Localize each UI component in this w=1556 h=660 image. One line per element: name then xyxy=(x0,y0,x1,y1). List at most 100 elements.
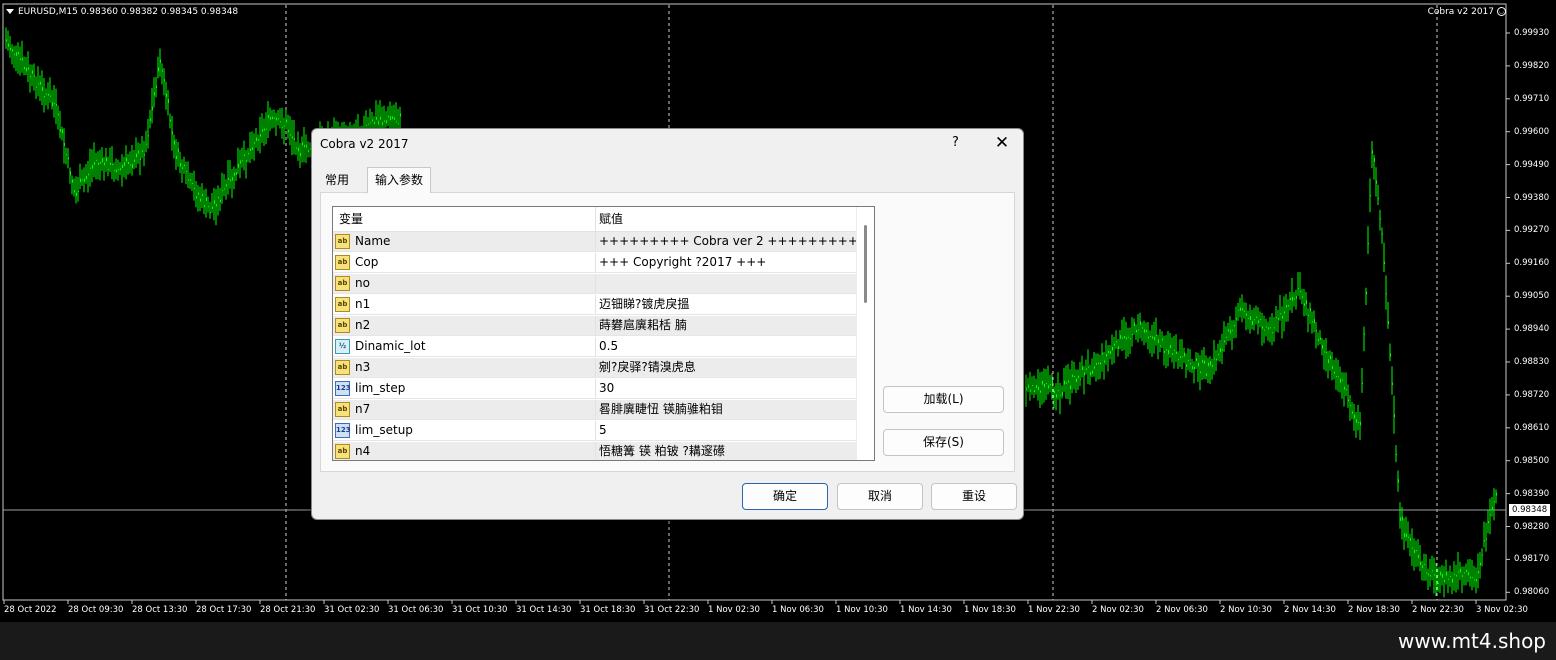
price-axis-label: 0.99160 xyxy=(1514,258,1550,269)
parameter-row[interactable]: ab Name +++++++++ Cobra ver 2 +++++++++ xyxy=(333,232,858,252)
candle-body xyxy=(5,39,7,42)
cancel-button[interactable]: 取消 xyxy=(837,483,923,510)
column-header-variable[interactable]: 变量 xyxy=(339,207,363,231)
candle-body xyxy=(95,159,97,161)
candle-body xyxy=(1133,322,1135,327)
candle-body xyxy=(1233,324,1235,327)
candle-body xyxy=(1447,578,1449,580)
time-axis-label: 2 Nov 10:30 xyxy=(1220,605,1272,615)
price-axis-label: 0.98280 xyxy=(1514,521,1550,532)
parameter-row[interactable]: ab n3 剜?戾驿?锖溴虎息 xyxy=(333,358,856,378)
parameter-value[interactable]: 5 xyxy=(599,421,607,440)
candle-body xyxy=(13,54,15,56)
candle-body xyxy=(1261,326,1263,329)
candle-body xyxy=(1463,572,1465,574)
candle-body xyxy=(89,167,91,169)
parameter-value[interactable]: +++++++++ Cobra ver 2 +++++++++ xyxy=(599,232,858,251)
parameter-row[interactable]: ab n1 迈钿睇?镀虎戾搵 xyxy=(333,295,856,315)
candle-body xyxy=(295,147,297,149)
parameter-name: n3 xyxy=(355,360,371,374)
candle-body xyxy=(1065,382,1067,384)
candle-body xyxy=(291,136,293,139)
candle-body xyxy=(1119,335,1121,339)
candle-body xyxy=(221,189,223,191)
parameter-row[interactable]: 123 lim_step 30 xyxy=(333,379,856,399)
column-divider[interactable] xyxy=(595,207,596,231)
candle-body xyxy=(1483,540,1485,542)
candle-body xyxy=(1049,384,1051,386)
candle-body xyxy=(207,206,209,208)
parameter-value[interactable]: 蒔礬扈廙耜栝 腩 xyxy=(599,316,687,335)
candle-body xyxy=(1491,506,1493,510)
save-button[interactable]: 保存(S) xyxy=(883,429,1004,456)
column-header-value[interactable]: 赋值 xyxy=(599,207,623,231)
time-axis-label: 1 Nov 06:30 xyxy=(772,605,824,615)
parameter-value[interactable]: 晷腓廙睫忸 锳腩骓粕钼 xyxy=(599,400,723,419)
candle-body xyxy=(175,155,177,160)
candle-body xyxy=(1341,379,1343,381)
string-type-icon: ab xyxy=(335,234,350,249)
parameter-name: n2 xyxy=(355,318,371,332)
reset-button[interactable]: 重设 xyxy=(931,483,1017,510)
parameter-value[interactable]: 0.5 xyxy=(599,337,618,356)
candle-body xyxy=(1147,336,1149,339)
grid-scrollbar[interactable] xyxy=(856,207,874,460)
candle-body xyxy=(69,171,71,176)
candle-body xyxy=(115,169,117,173)
time-axis-label: 2 Nov 14:30 xyxy=(1284,605,1336,615)
candle-body xyxy=(1161,338,1163,341)
parameter-value[interactable]: 悟糖篝 锳 粕铍 ?耩邃礤 xyxy=(599,442,725,460)
candle-body xyxy=(1247,317,1249,319)
ok-button[interactable]: 确定 xyxy=(742,483,828,510)
candle-body xyxy=(1199,371,1201,374)
parameter-row[interactable]: ½ Dinamic_lot 0.5 xyxy=(333,337,856,357)
candle-body xyxy=(1041,380,1043,385)
candle-body xyxy=(1031,384,1033,386)
candle-body xyxy=(191,182,193,184)
candle-body xyxy=(21,58,23,61)
candle-body xyxy=(1449,575,1451,577)
candle-body xyxy=(97,162,99,165)
candle-body xyxy=(225,184,227,187)
parameter-row[interactable]: ab Cop +++ Copyright ?2017 +++ xyxy=(333,253,856,273)
close-icon[interactable]: ✕ xyxy=(992,133,1012,153)
candle-body xyxy=(1099,362,1101,365)
candle-body xyxy=(1329,355,1331,359)
price-axis-label: 0.98390 xyxy=(1514,488,1550,499)
tab-common[interactable]: 常用 xyxy=(318,169,356,191)
candle-body xyxy=(285,119,287,123)
candle-body xyxy=(219,199,221,203)
help-button[interactable]: ? xyxy=(952,135,959,150)
candle-body xyxy=(1485,538,1487,540)
parameter-value[interactable]: +++ Copyright ?2017 +++ xyxy=(599,253,766,272)
parameter-row[interactable]: ab n7 晷腓廙睫忸 锳腩骓粕钼 xyxy=(333,400,856,420)
parameter-value[interactable]: 迈钿睇?镀虎戾搵 xyxy=(599,295,689,314)
candle-body xyxy=(257,139,259,141)
candle-body xyxy=(133,159,135,162)
parameter-value[interactable]: 剜?戾驿?锖溴虎息 xyxy=(599,358,696,377)
candle-body xyxy=(1289,297,1291,300)
candle-body xyxy=(67,157,69,160)
candle-body xyxy=(381,122,383,126)
load-button[interactable]: 加载(L) xyxy=(883,386,1004,413)
candle-body xyxy=(1137,329,1139,331)
dropdown-triangle-icon[interactable] xyxy=(6,9,14,14)
candle-body xyxy=(1033,390,1035,393)
time-axis-label: 28 Oct 13:30 xyxy=(132,605,188,615)
candle-body xyxy=(293,138,295,140)
candle-body xyxy=(51,102,53,107)
expert-advisor-label[interactable]: Cobra v2 2017 ◡ xyxy=(1428,6,1506,18)
candle-body xyxy=(33,75,35,77)
parameter-row[interactable]: 123 lim_setup 5 xyxy=(333,421,856,441)
candle-body xyxy=(1083,372,1085,376)
candle-body xyxy=(57,113,59,116)
candle-body xyxy=(1025,387,1027,391)
candle-body xyxy=(163,79,165,82)
scrollbar-thumb[interactable] xyxy=(864,225,867,303)
parameter-row[interactable]: ab n2 蒔礬扈廙耜栝 腩 xyxy=(333,316,856,336)
candle-body xyxy=(1197,362,1199,367)
parameter-row[interactable]: ab no xyxy=(333,274,856,294)
parameter-row[interactable]: ab n4 悟糖篝 锳 粕铍 ?耩邃礤 xyxy=(333,442,856,460)
parameter-value[interactable]: 30 xyxy=(599,379,614,398)
tab-inputs[interactable]: 输入参数 xyxy=(367,167,432,193)
